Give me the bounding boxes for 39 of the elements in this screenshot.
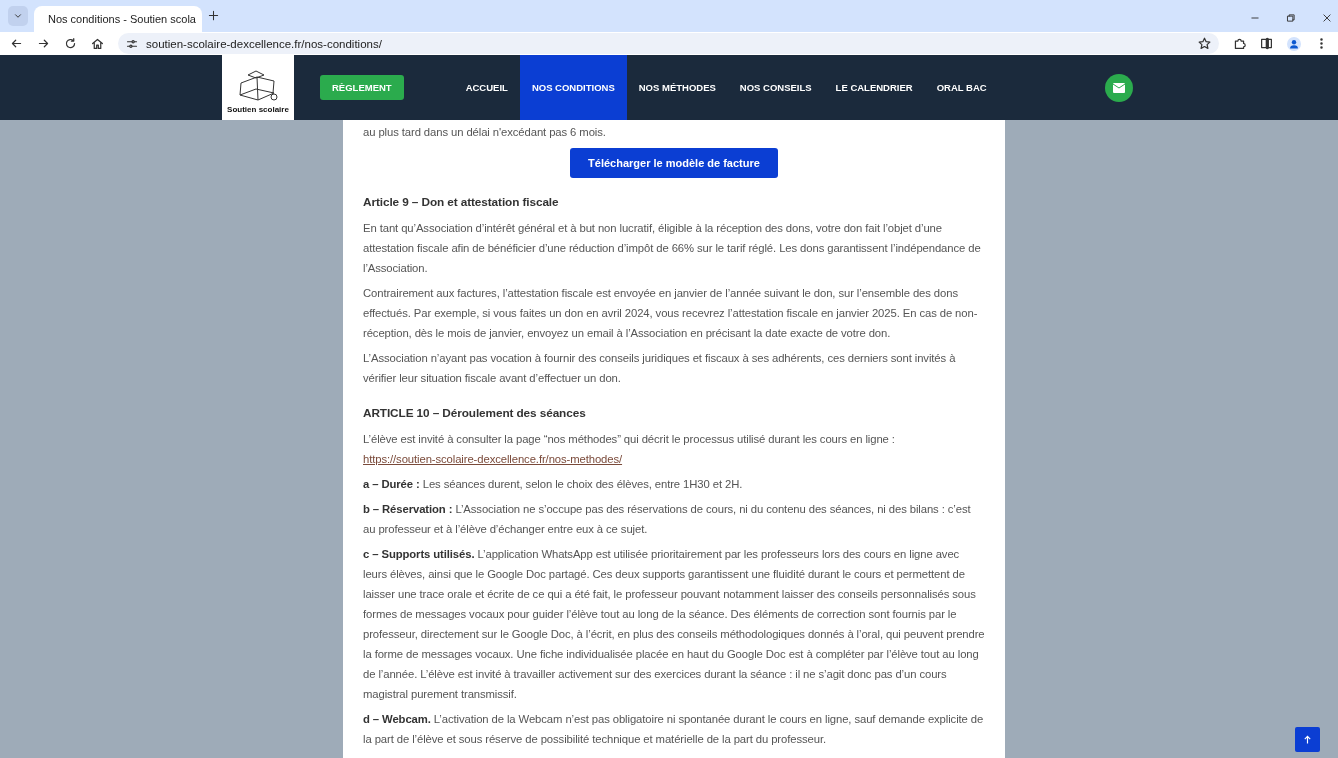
article-heading: ARTICLE 10 – Déroulement des séances — [363, 405, 587, 422]
chevron-down-icon[interactable] — [13, 11, 23, 21]
forward-icon[interactable] — [37, 37, 50, 50]
site-settings-icon[interactable] — [126, 37, 138, 50]
nav-item[interactable]: NOS CONSEILS — [733, 55, 818, 120]
back-icon[interactable] — [10, 37, 23, 50]
browser-tab[interactable]: Nos conditions - Soutien scola — [34, 6, 202, 32]
mail-icon — [1113, 82, 1125, 93]
paragraph: d – Webcam. L’activation de la Webcam n’est pas obligatoire ni spontanée durant le cours en ligne, sauf demande explicite de la part de l’élève et sous réserve de possibilité technique et matérielle de la part du professeur. — [363, 712, 985, 747]
star-icon[interactable] — [1198, 37, 1211, 50]
paragraph: au plus tard dans un délai n'excédant pas 6 mois. — [363, 125, 607, 140]
nav-item[interactable]: NOS CONDITIONS — [519, 55, 627, 120]
nav-item[interactable]: ACCUEIL — [459, 55, 514, 120]
home-icon[interactable] — [91, 37, 104, 50]
link[interactable]: https://soutien-scolaire-dexcellence.fr/nos-methodes/ — [363, 453, 623, 465]
plus-icon[interactable] — [208, 10, 219, 21]
paragraph: L’élève est invité à consulter la page “nos méthodes” qui décrit le processus utilisé durant les cours en ligne : https://soutien-scolaire-dexcellence.fr/nos-methodes/ — [363, 432, 896, 467]
paragraph: b – Réservation : L’Association ne s’occupe pas des réservations de cours, ni du contenu des séances, ni des bilans : c’est au professeur et à l’élève d’échanger entre eux à ce sujet. — [363, 502, 972, 537]
article-heading: Article 9 – Don et attestation fiscale — [363, 194, 560, 211]
scroll-to-top-button[interactable] — [1295, 727, 1320, 752]
reload-icon[interactable] — [64, 37, 77, 50]
address-bar[interactable]: soutien-scolaire-dexcellence.fr/nos-conditions/ — [118, 33, 1219, 54]
profile-icon[interactable] — [1287, 36, 1301, 51]
nav-item[interactable]: ORAL BAC — [930, 55, 993, 120]
restore-icon[interactable] — [1286, 13, 1296, 23]
contact-button[interactable] — [1105, 73, 1133, 102]
site-logo[interactable]: Soutien scolaire — [222, 55, 294, 120]
download-invoice-button[interactable]: Télécharger le modèle de facture — [570, 148, 778, 178]
paragraph: En tant qu’Association d’intérêt général et à but non lucratif, éligible à la réception des dons, votre don fait l’objet d’une attestation fiscale afin de bénéficier d’une réduction d’impôt de 66% sur le tarif réglé. Les dons garantissent l’indépendance de l’Association. — [363, 221, 982, 276]
puzzle-icon[interactable] — [1233, 37, 1246, 50]
close-icon[interactable] — [1322, 13, 1332, 23]
arrow-up-icon — [1303, 734, 1312, 745]
sidebar-icon[interactable] — [1260, 37, 1273, 50]
paragraph: L’Association n’ayant pas vocation à fournir des conseils juridiques et fiscaux à ses adhérents, ces derniers sont invités à vérifier leur situation fiscale avant d’effectuer un don. — [363, 351, 957, 386]
paragraph: Contrairement aux factures, l’attestation fiscale est envoyée en janvier de l’année suivant le don, sur l’ensemble des dons effectués. Par exemple, si vous faites un don en avril 2024, vous recevrez l’attestation fiscale en janvier 2025. En cas de non-réception, dès le mois de janvier, envoyez un email à l’Association en précisant la date exacte de votre don. — [363, 286, 979, 341]
nav-item[interactable]: NOS MÉTHODES — [632, 55, 722, 120]
paragraph: a – Durée : Les séances durent, selon le choix des élèves, entre 1H30 et 2H. — [363, 477, 744, 492]
paragraph: c – Supports utilisés. L’application WhatsApp est utilisée prioritairement par les professeurs lors des cours en ligne avec leurs élèves, ainsi que le Google Doc partagé. Ces deux supports garantissent une fluidité durant le cours et permettent de laisser une trace orale et écrite de ce qui a été fait, le professeur pouvant notamment laisser des conseils personnalisés sous formes de messages vocaux pour guider l’élève tout au long de la séance. Des éléments de correction sont fournis par le professeur, directement sur le Google Doc, à l’écrit, en plus des conseils méthodologiques donnés à l’oral, qui peuvent prendre la forme de messages vocaux. Une fiche individualisée placée en haut du Google Doc est à compléter par l’élève tout au long de l’année. L’élève est invité à travailler activement sur des exercices durant la séance : il ne s’agit donc pas d’un cours magistral purement transmissif. — [363, 547, 985, 702]
nav-item[interactable]: LE CALENDRIER — [829, 55, 919, 120]
